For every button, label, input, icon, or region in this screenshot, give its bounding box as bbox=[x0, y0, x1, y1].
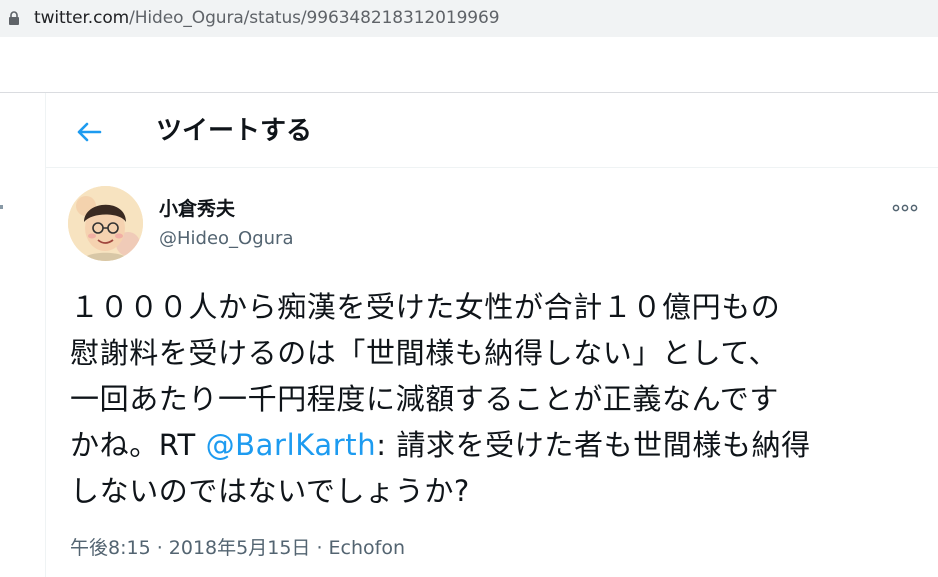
tweet-line-text: かね。RT bbox=[70, 428, 206, 462]
mention-link[interactable]: @BarlKarth bbox=[206, 428, 377, 462]
top-strip bbox=[0, 37, 938, 93]
url-text[interactable]: twitter.com/Hideo_Ogura/status/996348218… bbox=[34, 8, 500, 28]
back-button[interactable] bbox=[72, 115, 106, 149]
tweet-meta: 午後8:15 · 2018年5月15日 · Echofon bbox=[70, 536, 405, 560]
more-horizontal-icon bbox=[892, 204, 918, 212]
avatar[interactable] bbox=[68, 186, 143, 261]
rail-mark bbox=[0, 205, 3, 209]
tweet-line: 一回あたり一千円程度に減額することが正義なんです bbox=[70, 382, 779, 416]
avatar-illustration bbox=[68, 186, 143, 261]
address-bar[interactable]: twitter.com/Hideo_Ogura/status/996348218… bbox=[0, 0, 938, 37]
tweet-time: 午後8:15 bbox=[70, 537, 151, 559]
meta-separator: · bbox=[310, 537, 329, 559]
tweet-text: １０００人から痴漢を受けた女性が合計１０億円もの 慰謝料を受けるのは「世間様も納… bbox=[70, 284, 920, 514]
tweet-line: 慰謝料を受けるのは「世間様も納得しない」として、 bbox=[70, 336, 779, 370]
lock-icon[interactable] bbox=[8, 11, 20, 25]
url-path: /Hideo_Ogura/status/996348218312019969 bbox=[129, 8, 500, 28]
url-host: twitter.com bbox=[34, 8, 130, 28]
author-handle[interactable]: @Hideo_Ogura bbox=[159, 228, 293, 250]
tweet-time-link[interactable]: 午後8:15 · 2018年5月15日 bbox=[70, 537, 310, 559]
tweet-line-text: : 請求を受けた者も世間様も納得 bbox=[376, 428, 811, 462]
author-name[interactable]: 小倉秀夫 bbox=[159, 197, 235, 221]
tweet-line-with-mention: かね。RT @BarlKarth: 請求を受けた者も世間様も納得 bbox=[70, 422, 920, 468]
left-rail bbox=[0, 93, 46, 577]
tweet-line: １０００人から痴漢を受けた女性が合計１０億円もの bbox=[70, 290, 781, 324]
arrow-left-icon bbox=[77, 122, 102, 142]
meta-separator: · bbox=[150, 537, 169, 559]
more-button[interactable] bbox=[890, 197, 920, 219]
page-title: ツイートする bbox=[156, 116, 313, 146]
tweet-date: 2018年5月15日 bbox=[168, 537, 311, 559]
tweet-source-link[interactable]: Echofon bbox=[329, 537, 405, 559]
tweet-line: しないのではないでしょうか? bbox=[70, 474, 470, 508]
page-header: ツイートする bbox=[46, 93, 938, 168]
